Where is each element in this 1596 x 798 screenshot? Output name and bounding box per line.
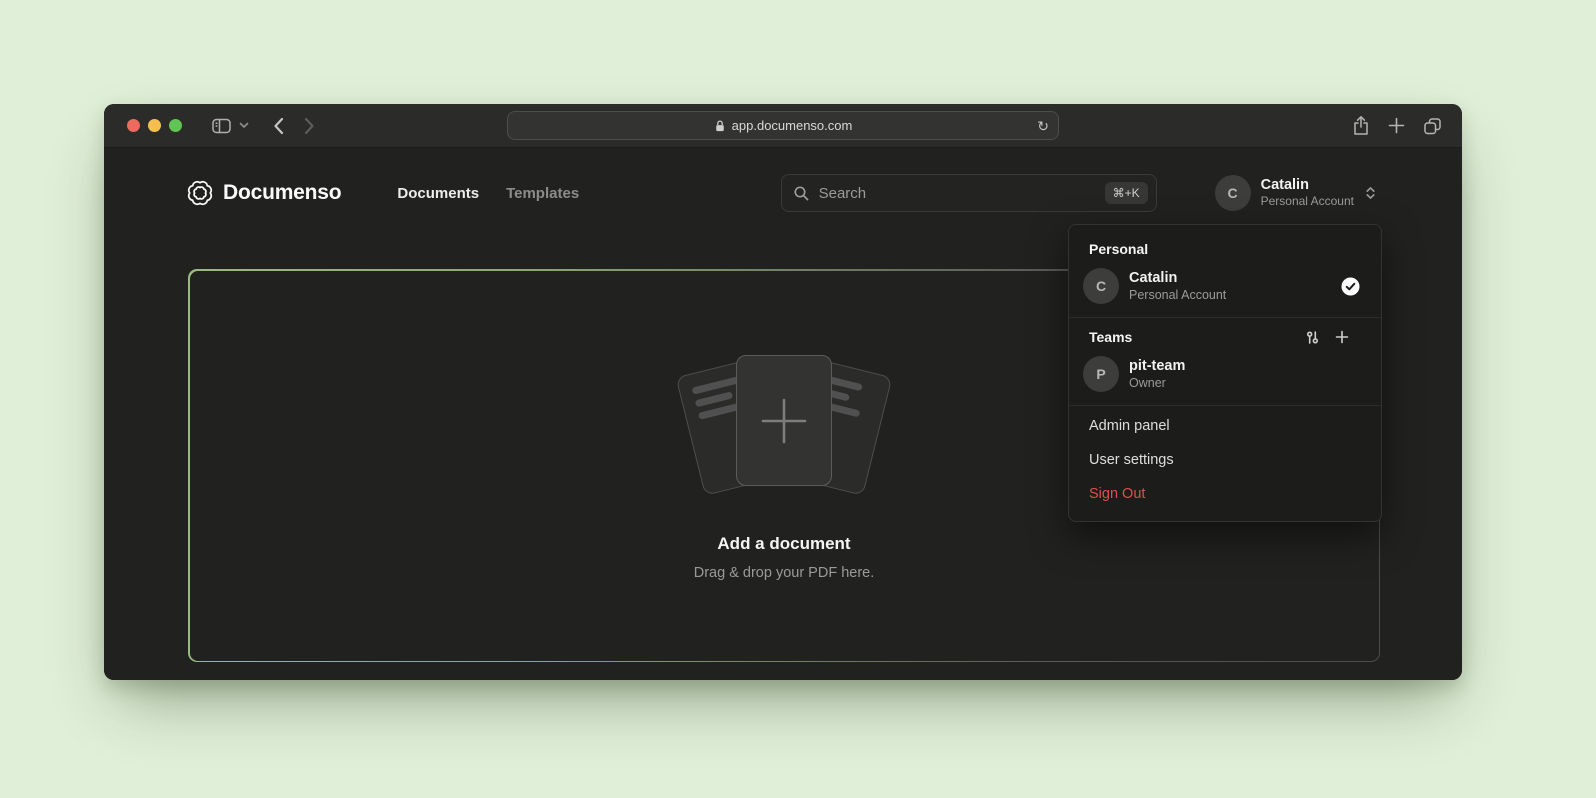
- chevrons-up-down-icon: [1363, 185, 1378, 201]
- url-text: app.documenso.com: [732, 118, 853, 133]
- account-name: Catalin: [1261, 177, 1354, 194]
- address-bar[interactable]: app.documenso.com ↻: [507, 111, 1059, 140]
- account-text: Catalin Personal Account: [1261, 177, 1354, 210]
- personal-section-label: Personal: [1077, 233, 1373, 264]
- document-card-add: [736, 355, 832, 486]
- forward-button[interactable]: [304, 117, 315, 135]
- back-button[interactable]: [273, 117, 284, 135]
- document-cards-illustration: [679, 350, 889, 500]
- browser-toolbar: app.documenso.com ↻: [104, 104, 1462, 148]
- search-placeholder: Search: [819, 185, 867, 202]
- menu-item-user-settings[interactable]: User settings: [1077, 443, 1373, 477]
- teams-section-label: Teams: [1089, 329, 1132, 345]
- sidebar-toggle-icon[interactable]: [211, 117, 232, 135]
- menu-item-sign-out[interactable]: Sign Out: [1077, 477, 1373, 513]
- avatar: C: [1215, 175, 1251, 211]
- nav-documents[interactable]: Documents: [397, 185, 479, 202]
- manage-teams-icon[interactable]: [1305, 330, 1320, 345]
- app-content: Documenso Documents Templates Search ⌘+K…: [104, 149, 1462, 680]
- team-name: pit-team: [1129, 357, 1185, 375]
- reload-icon[interactable]: ↻: [1037, 119, 1049, 133]
- traffic-lights: [127, 119, 182, 132]
- personal-account-text: Catalin Personal Account: [1129, 269, 1226, 303]
- plus-icon: [757, 394, 811, 448]
- menu-divider: [1069, 405, 1381, 406]
- selected-check-icon: [1341, 277, 1360, 296]
- minimize-window-button[interactable]: [148, 119, 161, 132]
- search-shortcut-badge: ⌘+K: [1105, 182, 1148, 204]
- create-team-icon[interactable]: [1335, 330, 1349, 344]
- avatar: P: [1083, 356, 1119, 392]
- menu-item-admin-panel[interactable]: Admin panel: [1077, 409, 1373, 443]
- personal-account-item[interactable]: C Catalin Personal Account: [1077, 264, 1373, 314]
- teams-actions: [1305, 330, 1361, 345]
- personal-account-subtitle: Personal Account: [1129, 287, 1226, 303]
- browser-window: app.documenso.com ↻: [104, 104, 1462, 680]
- personal-account-name: Catalin: [1129, 269, 1226, 287]
- menu-divider: [1069, 317, 1381, 318]
- tab-overview-icon[interactable]: [1423, 117, 1442, 135]
- nav-templates[interactable]: Templates: [506, 185, 579, 202]
- primary-nav: Documents Templates: [397, 185, 579, 202]
- teams-section-header: Teams: [1077, 321, 1373, 352]
- team-item[interactable]: P pit-team Owner: [1077, 352, 1373, 402]
- account-menu-trigger[interactable]: C Catalin Personal Account: [1215, 175, 1378, 211]
- sidebar-chevron-down-icon[interactable]: [239, 122, 249, 129]
- dropzone-title: Add a document: [717, 534, 850, 554]
- documenso-logo-icon: [187, 180, 213, 206]
- share-icon[interactable]: [1352, 115, 1370, 136]
- brand-name: Documenso: [223, 181, 341, 205]
- close-window-button[interactable]: [127, 119, 140, 132]
- team-role: Owner: [1129, 375, 1185, 391]
- toolbar-right-actions: [1352, 115, 1442, 136]
- account-dropdown-menu: Personal C Catalin Personal Account Team…: [1068, 224, 1382, 522]
- brand[interactable]: Documenso: [187, 180, 341, 206]
- search-input[interactable]: Search ⌘+K: [781, 174, 1157, 212]
- team-text: pit-team Owner: [1129, 357, 1185, 391]
- account-type: Personal Account: [1261, 194, 1354, 210]
- search-icon: [793, 185, 810, 202]
- dropzone-subtitle: Drag & drop your PDF here.: [694, 565, 875, 581]
- lock-icon: [714, 119, 726, 133]
- zoom-window-button[interactable]: [169, 119, 182, 132]
- app-header: Documenso Documents Templates Search ⌘+K…: [187, 173, 1378, 213]
- new-tab-icon[interactable]: [1388, 117, 1405, 134]
- avatar: C: [1083, 268, 1119, 304]
